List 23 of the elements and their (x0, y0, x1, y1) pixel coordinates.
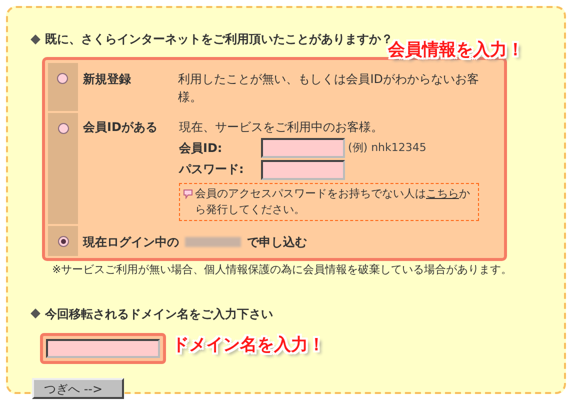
example-text: (例) nhk12345 (348, 140, 426, 156)
option-label: 現在ログイン中の (83, 234, 179, 251)
field-label: パスワード: (179, 161, 245, 178)
section-heading: 今回移転されるドメイン名をご入力下さい (45, 306, 273, 322)
input-field[interactable] (261, 138, 345, 158)
field-label: 会員ID: (179, 140, 224, 157)
input-field[interactable] (261, 160, 345, 180)
option-label: 新規登録 (82, 71, 132, 88)
option-label: 会員IDがある (83, 119, 158, 136)
blurred-username (185, 237, 241, 247)
domain-field[interactable] (40, 332, 166, 364)
next-button[interactable]: つぎへ --> (32, 378, 124, 398)
radio-button[interactable] (58, 123, 68, 134)
option-description: 現在、サービスをご利用中のお客様。 (179, 119, 384, 136)
option-label: で申し込む (247, 234, 307, 251)
option-description: 利用したことが無い、もしくは会員IDがわからないお客様。 (178, 71, 480, 106)
radio-button[interactable] (58, 236, 68, 247)
note-text: 会員のアクセスパスワードをお持ちでない人はこちらから発行してください。 (195, 186, 471, 218)
notice-text: ※サービスご利用が無い場合、個人情報保護の為に会員情報を破棄している場合があります。 (52, 262, 514, 278)
radio-button[interactable] (57, 73, 68, 84)
annotation-text: ドメイン名を入力！ (172, 334, 325, 356)
speech-bubble-icon (183, 189, 193, 199)
issue-link[interactable]: こちら (426, 187, 459, 200)
